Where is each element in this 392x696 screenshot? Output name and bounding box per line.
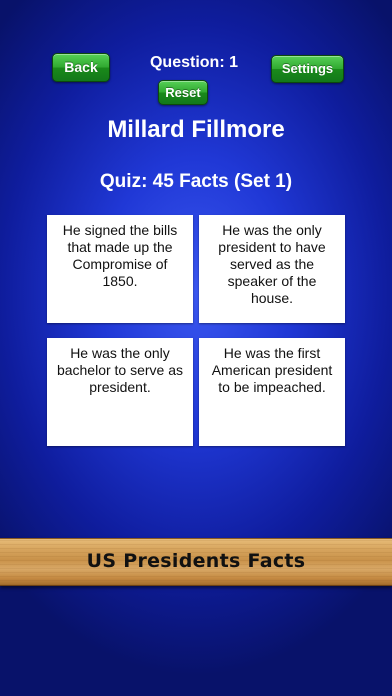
fact-text: He was the first American president to b… <box>211 345 333 395</box>
app-banner: US Presidents Facts <box>0 538 392 586</box>
quiz-title: Quiz: 45 Facts (Set 1) <box>99 171 293 192</box>
banner-title: US Presidents Facts <box>86 550 306 572</box>
fact-text: He was the only bachelor to serve as pre… <box>56 345 184 395</box>
back-button[interactable]: Back <box>52 53 110 82</box>
fact-card-4[interactable]: He was the first American president to b… <box>199 338 345 446</box>
fact-card-2[interactable]: He was the only president to have served… <box>199 215 345 323</box>
fact-text: He was the only president to have served… <box>218 222 326 306</box>
fact-card-1[interactable]: He signed the bills that made up the Com… <box>47 215 193 323</box>
fact-text: He signed the bills that made up the Com… <box>62 222 178 289</box>
president-name: Millard Fillmore <box>107 116 285 143</box>
fact-card-3[interactable]: He was the only bachelor to serve as pre… <box>47 338 193 446</box>
settings-button[interactable]: Settings <box>271 55 344 83</box>
question-counter: Question: 1 <box>149 54 238 71</box>
reset-button[interactable]: Reset <box>158 80 208 105</box>
